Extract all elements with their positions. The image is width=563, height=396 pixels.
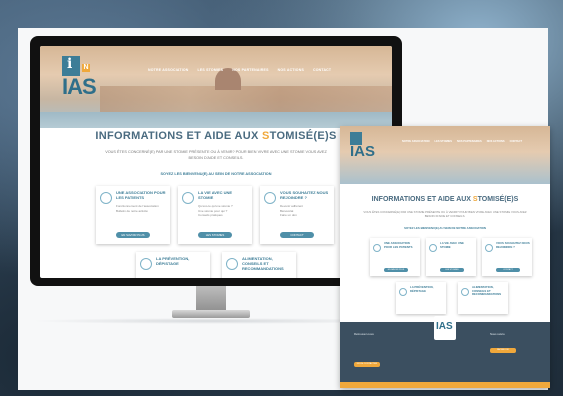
nav-actions[interactable]: NOS ACTIONS	[278, 68, 304, 72]
cycle-icon	[429, 244, 437, 252]
stomies-button[interactable]: LES STOMIES	[198, 232, 232, 238]
card-bullet: Fonctionnement de l'association	[116, 204, 159, 208]
stomies-button[interactable]: LES STOMIES	[440, 268, 464, 272]
feature-cards-row-2: LA PRÉVENTION, DÉPISTAGE ALIMENTATION, C…	[136, 252, 298, 278]
nav-partenaires[interactable]: NOS PARTENAIRES	[457, 140, 482, 143]
feature-card-join: VOUS SOUHAITEZ NOUS REJOINDRE ? Devenir …	[260, 186, 334, 244]
footer-col-right: Nous suivre	[490, 332, 505, 336]
shield-icon	[140, 258, 152, 270]
boxes-icon	[264, 192, 276, 204]
food-icon	[226, 258, 238, 270]
nav-contact[interactable]: CONTACT	[510, 140, 523, 143]
nav-partenaires[interactable]: NOS PARTENAIRES	[232, 68, 268, 72]
mobile-footer: IAS Retrouvez-nous Nous suivre NOUS CONT…	[340, 316, 550, 388]
card-title: ALIMENTATION, CONSEILS ET RECOMMANDATION…	[472, 285, 502, 297]
card-title: ALIMENTATION, CONSEILS ET RECOMMANDATION…	[242, 256, 284, 271]
card-bullet: Faire un don	[280, 213, 297, 217]
footer-facebook-button[interactable]: FACEBOOK	[490, 348, 516, 353]
mobile-hero-banner: IAS NOTRE ASSOCIATION LES STOMIES NOS PA…	[340, 126, 550, 184]
mobile-nav: NOTRE ASSOCIATION LES STOMIES NOS PARTEN…	[402, 140, 522, 143]
logo-text: IAS	[350, 143, 376, 160]
cycle-icon	[182, 192, 194, 204]
nav-stomies[interactable]: LES STOMIES	[435, 140, 452, 143]
card-title: VOUS SOUHAITEZ NOUS REJOINDRE ?	[496, 241, 530, 249]
card-bullets: Fonctionnement de l'association Bulletin…	[116, 204, 166, 213]
feature-card-association: UNE ASSOCIATION POUR LES PATIENTS EN SAV…	[370, 238, 420, 276]
feature-card-alimentation[interactable]: ALIMENTATION, CONSEILS ET RECOMMANDATION…	[458, 282, 508, 314]
footer-contact-button[interactable]: NOUS CONTACTER	[354, 362, 380, 367]
hero-banner: i N IAS NOTRE ASSOCIATION LES STOMIES NO…	[40, 46, 392, 128]
contact-button[interactable]: CONTACT	[280, 232, 314, 238]
feature-card-prevention[interactable]: LA PRÉVENTION, DÉPISTAGE	[136, 252, 210, 278]
feature-card-stomie: LA VIE AVEC UNE STOMIE Qu'est-ce qu'une …	[178, 186, 252, 244]
learn-more-button[interactable]: EN SAVOIR PLUS	[116, 232, 150, 238]
footer-accent-bar	[340, 382, 550, 388]
card-title: UNE ASSOCIATION POUR LES PATIENTS	[116, 190, 166, 200]
card-title: LA PRÉVENTION, DÉPISTAGE	[156, 256, 190, 266]
nav-stomies[interactable]: LES STOMIES	[198, 68, 224, 72]
intro-text: VOUS ÊTES CONCERNÉ(E) PAR UNE STOMIE PRÉ…	[105, 150, 327, 160]
site-logo[interactable]: i N IAS	[62, 56, 102, 99]
mobile-welcome-text: SOYEZ LES BIENVENU(E) AU SEIN DE NOTRE A…	[404, 226, 486, 230]
card-title: UNE ASSOCIATION POUR LES PATIENTS	[384, 241, 413, 249]
welcome-text: SOYEZ LES BIENVENU(E) AU SEIN DE NOTRE A…	[160, 172, 272, 176]
feature-card-join: VOUS SOUHAITEZ NOUS REJOINDRE ? CONTACT	[482, 238, 532, 276]
feature-card-stomie: LA VIE AVEC UNE STOMIE LES STOMIES	[426, 238, 476, 276]
logo-text: IAS	[62, 74, 97, 99]
card-bullets: Devenir adhérent Bénévolat Faire un don	[280, 204, 330, 218]
mobile-mockup: IAS NOTRE ASSOCIATION LES STOMIES NOS PA…	[340, 126, 550, 388]
boxes-icon	[485, 244, 493, 252]
card-title: LA PRÉVENTION, DÉPISTAGE	[410, 285, 434, 293]
card-title: LA VIE AVEC UNE STOMIE	[440, 241, 464, 249]
learn-more-button[interactable]: EN SAVOIR PLUS	[384, 268, 408, 272]
mobile-feature-cards: UNE ASSOCIATION POUR LES PATIENTS EN SAV…	[370, 238, 532, 276]
main-nav: NOTRE ASSOCIATION LES STOMIES NOS PARTEN…	[148, 68, 331, 72]
monitor-stand-base	[172, 310, 250, 318]
card-bullet: Conseils pratiques	[198, 213, 223, 217]
mobile-intro-text: VOUS ÊTES CONCERNÉ(E) PAR UNE STOMIE PRÉ…	[363, 210, 527, 218]
logo-text: IAS	[436, 321, 453, 332]
mobile-feature-cards-row-2: LA PRÉVENTION, DÉPISTAGE ALIMENTATION, C…	[396, 282, 508, 314]
mobile-page-title: INFORMATIONS ET AIDE AUX STOMISÉ(E)S	[371, 196, 519, 203]
card-title: LA VIE AVEC UNE STOMIE	[198, 190, 233, 200]
feature-cards: UNE ASSOCIATION POUR LES PATIENTS Foncti…	[96, 186, 338, 244]
nav-actions[interactable]: NOS ACTIONS	[487, 140, 505, 143]
nav-association[interactable]: NOTRE ASSOCIATION	[148, 68, 189, 72]
logo-letter-n: N	[82, 64, 90, 72]
nav-association[interactable]: NOTRE ASSOCIATION	[402, 140, 430, 143]
heart-hands-icon	[100, 192, 112, 204]
card-title: VOUS SOUHAITEZ NOUS REJOINDRE ?	[280, 190, 329, 200]
food-icon	[461, 288, 469, 296]
footer-col-left: Retrouvez-nous	[354, 332, 374, 336]
shield-icon	[399, 288, 407, 296]
contact-button[interactable]: CONTACT	[496, 268, 520, 272]
feature-card-prevention[interactable]: LA PRÉVENTION, DÉPISTAGE	[396, 282, 446, 314]
heart-hands-icon	[373, 244, 381, 252]
feature-card-alimentation[interactable]: ALIMENTATION, CONSEILS ET RECOMMANDATION…	[222, 252, 296, 278]
card-bullets: Qu'est-ce qu'une stomie ? Une stomie pou…	[198, 204, 248, 218]
feature-card-association: UNE ASSOCIATION POUR LES PATIENTS Foncti…	[96, 186, 170, 244]
nav-contact[interactable]: CONTACT	[313, 68, 331, 72]
mobile-site-logo[interactable]: IAS	[350, 132, 378, 162]
logo-letter-i: i	[67, 56, 73, 72]
monitor-stand-neck	[196, 286, 226, 312]
footer-logo[interactable]: IAS	[434, 316, 456, 340]
card-bullet: Bulletin de notre activité	[116, 208, 148, 213]
